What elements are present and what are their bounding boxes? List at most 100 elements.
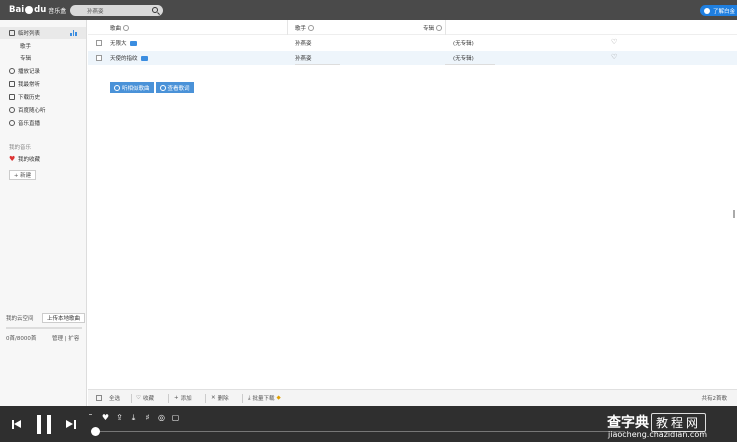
add-button[interactable]: + 添加 <box>174 394 192 402</box>
sidebar-item-radio[interactable]: 百度随心听 <box>0 104 86 116</box>
sidebar-item-artist[interactable]: 歌手 <box>0 40 86 52</box>
mv-icon[interactable] <box>140 56 148 61</box>
column-divider[interactable] <box>287 20 288 35</box>
quota-text: 0首/8000首 <box>6 336 37 342</box>
download-icon[interactable]: ⤓ <box>129 413 138 422</box>
sidebar-item-download-history[interactable]: 下载历史 <box>0 91 86 103</box>
paw-icon <box>25 6 34 14</box>
section-title-my-music: 我的音乐 <box>9 145 32 151</box>
sort-icon[interactable] <box>123 25 130 31</box>
sidebar-item-label: 专辑 <box>20 56 32 62</box>
view-lyrics-button[interactable]: 查看歌词 <box>155 82 194 93</box>
lyrics-icon <box>159 84 166 91</box>
add-label: 添加 <box>180 396 192 402</box>
column-label: 专辑 <box>423 26 435 32</box>
quota-progress-bar <box>6 327 82 329</box>
expand-link[interactable]: 扩容 <box>68 336 79 342</box>
mini-mode-icon[interactable]: ▢ <box>171 413 180 422</box>
column-header-album[interactable]: 专辑 <box>423 24 443 32</box>
favorite-button[interactable]: ♡ 收藏 <box>136 394 154 402</box>
share-icon[interactable]: ⇪ <box>115 413 124 422</box>
manage-link[interactable]: 管理 <box>52 336 63 342</box>
song-count: 共有2首歌 <box>701 396 728 402</box>
previous-track-icon[interactable] <box>12 420 22 429</box>
song-title[interactable]: 天使的指纹 <box>110 54 148 62</box>
upload-local-songs-button[interactable]: 上传本地歌曲 <box>42 313 85 323</box>
progress-handle[interactable] <box>91 427 100 436</box>
album-name[interactable]: (无专辑) <box>453 39 474 47</box>
song-action-bar: 听相似歌曲 查看歌词 <box>110 82 194 93</box>
artist-name[interactable]: 孙燕姿 <box>295 54 312 62</box>
favorite-label: 收藏 <box>142 396 154 402</box>
heart-icon: ♥ <box>9 155 16 163</box>
watermark-main: 查字典 <box>607 415 649 431</box>
sidebar-item-label: 临时列表 <box>18 31 41 37</box>
row-checkbox[interactable] <box>96 40 102 46</box>
table-row[interactable]: 天使的指纹 孙燕姿 (无专辑) ♡ <box>88 51 737 65</box>
progress-track[interactable] <box>95 431 625 432</box>
new-playlist-button[interactable]: + 新建 <box>9 170 36 180</box>
column-divider[interactable] <box>445 20 446 35</box>
delete-button[interactable]: ✕ 删除 <box>211 394 229 402</box>
panel-resize-handle[interactable] <box>733 210 735 218</box>
favorite-heart-icon[interactable]: ♡ <box>611 53 617 61</box>
sidebar-item-temp-list[interactable]: 临时列表 <box>0 27 86 39</box>
sidebar-item-live[interactable]: 音乐直播 <box>0 117 86 129</box>
column-header-song[interactable]: 歌曲 <box>110 24 130 32</box>
sidebar-item-most-played[interactable]: 我最常听 <box>0 78 86 90</box>
baidu-music-logo[interactable]: Bai du 音乐盒 <box>9 4 66 16</box>
close-icon: ✕ <box>211 395 216 401</box>
album-name[interactable]: (无专辑) <box>453 54 474 62</box>
watermark-url: jiaocheng.chazidian.com <box>608 430 708 439</box>
divider <box>168 394 169 403</box>
listen-similar-button[interactable]: 听相似歌曲 <box>110 82 154 93</box>
chart-icon <box>9 81 15 87</box>
batch-download-label: 批量下载 <box>252 396 275 402</box>
search-icon[interactable] <box>152 7 158 13</box>
button-label: 查看歌词 <box>167 85 190 92</box>
sidebar-item-label: 我最常听 <box>18 82 41 88</box>
mv-icon[interactable] <box>129 41 137 46</box>
favorite-heart-icon[interactable]: ♡ <box>611 38 617 46</box>
clock-icon <box>9 68 15 74</box>
artist-name[interactable]: 孙燕姿 <box>295 39 312 47</box>
batch-download-button[interactable]: ⤓ 批量下载 ◆ <box>248 394 281 403</box>
platinum-promo-button[interactable]: 了解白金 <box>699 5 737 16</box>
column-label: 歌手 <box>295 26 307 32</box>
search-value: 孙燕姿 <box>87 8 104 15</box>
vip-badge-icon: ◆ <box>276 395 281 401</box>
heart-icon[interactable]: ♥ <box>101 413 110 422</box>
sort-icon[interactable] <box>436 25 443 31</box>
radio-wave-icon <box>114 84 120 91</box>
song-title-text: 无限大 <box>110 41 127 47</box>
column-header-artist[interactable]: 歌手 <box>295 24 315 32</box>
divider <box>242 394 243 403</box>
quota-actions: 管理 | 扩容 <box>52 334 79 342</box>
row-checkbox[interactable] <box>96 55 102 61</box>
sidebar: 临时列表 歌手 专辑 播放记录 我最常听 下载历史 百度随心听 音乐直播 我的音… <box>0 20 87 406</box>
divider <box>131 394 132 403</box>
sidebar-item-label: 音乐直播 <box>18 121 41 127</box>
promo-label: 了解白金 <box>712 8 735 15</box>
song-title[interactable]: 无限大 <box>110 39 137 47</box>
radio-wave-icon[interactable]: ◎ <box>157 413 166 422</box>
heart-icon <box>703 7 710 14</box>
sidebar-item-play-history[interactable]: 播放记录 <box>0 65 86 77</box>
search-input[interactable]: 孙燕姿 <box>70 5 163 16</box>
pause-icon[interactable] <box>37 415 51 434</box>
sidebar-item-album[interactable]: 专辑 <box>0 52 86 64</box>
next-track-icon[interactable] <box>66 420 76 429</box>
sidebar-item-label: 我的收藏 <box>18 157 41 163</box>
sidebar-item-favorites[interactable]: ♥ 我的收藏 <box>0 153 86 165</box>
top-bar: Bai du 音乐盒 孙燕姿 了解白金 <box>0 0 737 20</box>
bottom-toolbar: 全选 ♡ 收藏 + 添加 ✕ 删除 ⤓ 批量下载 ◆ 共有2首歌 <box>88 389 737 406</box>
sidebar-item-label: 下载历史 <box>18 95 41 101</box>
separator: | <box>64 336 67 342</box>
equalizer-icon[interactable]: ♯ <box>143 413 152 422</box>
sidebar-item-label: 播放记录 <box>18 69 41 75</box>
logo-text-2: du <box>34 5 47 15</box>
table-row[interactable]: 无限大 孙燕姿 (无专辑) ♡ <box>88 36 737 50</box>
sort-icon[interactable] <box>308 25 315 31</box>
select-all-checkbox[interactable]: 全选 <box>96 394 120 402</box>
plus-icon: + <box>174 395 179 401</box>
